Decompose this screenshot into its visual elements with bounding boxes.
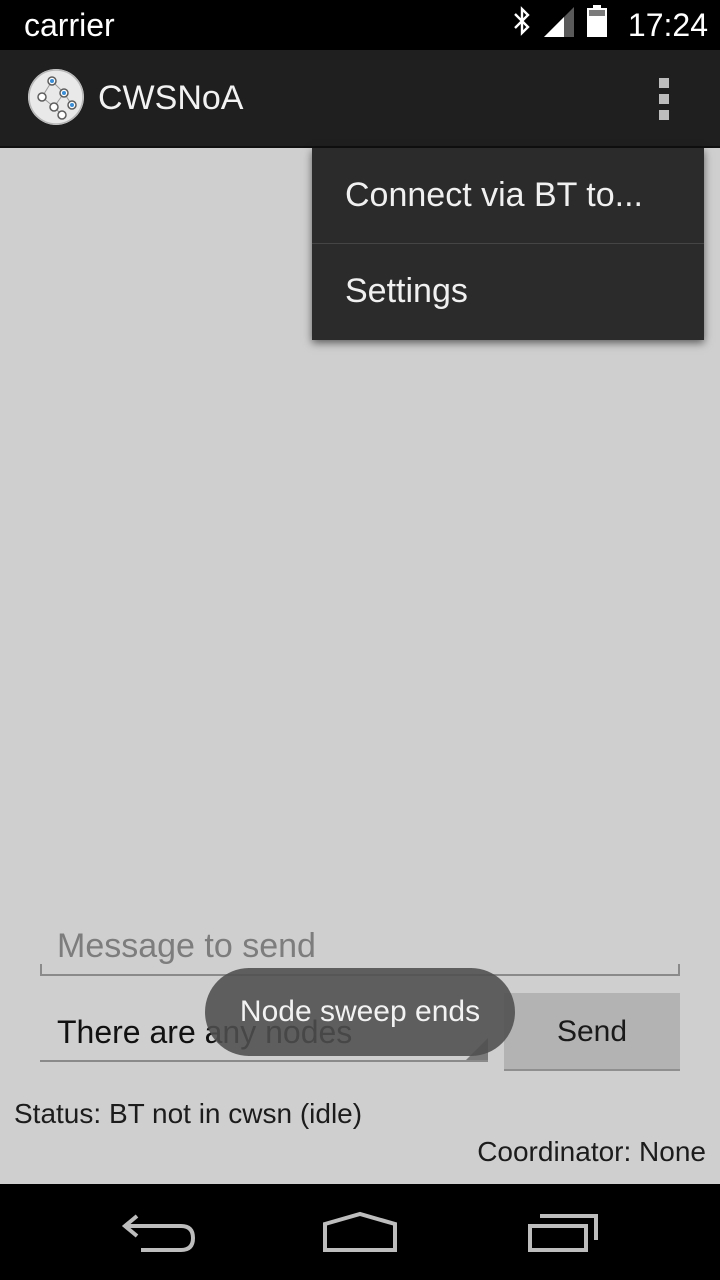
input-underline-tick [40, 964, 42, 974]
recent-apps-icon[interactable] [518, 1202, 608, 1262]
message-placeholder: Message to send [57, 927, 316, 965]
home-icon[interactable] [315, 1202, 405, 1262]
overflow-dropdown-menu: Connect via BT to... Settings [312, 148, 704, 340]
connection-status: Status: BT not in cwsn (idle) [14, 1098, 363, 1129]
input-underline-tick [678, 964, 680, 974]
carrier-label: carrier [24, 7, 115, 43]
overflow-dot [659, 78, 669, 88]
battery-icon [586, 5, 608, 42]
app-title: CWSNoA [98, 79, 244, 117]
overflow-menu-icon[interactable] [646, 74, 682, 124]
overflow-dot [659, 110, 669, 120]
overflow-dot [659, 94, 669, 104]
cwsnoa-logo-icon[interactable] [28, 69, 84, 125]
send-button[interactable]: Send [504, 993, 680, 1071]
action-bar: CWSNoA [0, 50, 720, 148]
navigation-bar [0, 1184, 720, 1280]
clock: 17:24 [627, 7, 708, 43]
menu-item-settings[interactable]: Settings [312, 243, 704, 338]
bluetooth-icon [512, 5, 532, 42]
status-icons [512, 5, 608, 42]
coordinator-status: Coordinator: None [477, 1136, 706, 1167]
toast-message: Node sweep ends [205, 968, 515, 1056]
back-icon[interactable] [115, 1202, 205, 1262]
menu-item-connect-bt[interactable]: Connect via BT to... [312, 148, 704, 243]
status-bar: carrier 17:24 [0, 0, 720, 50]
signal-icon [542, 5, 576, 42]
